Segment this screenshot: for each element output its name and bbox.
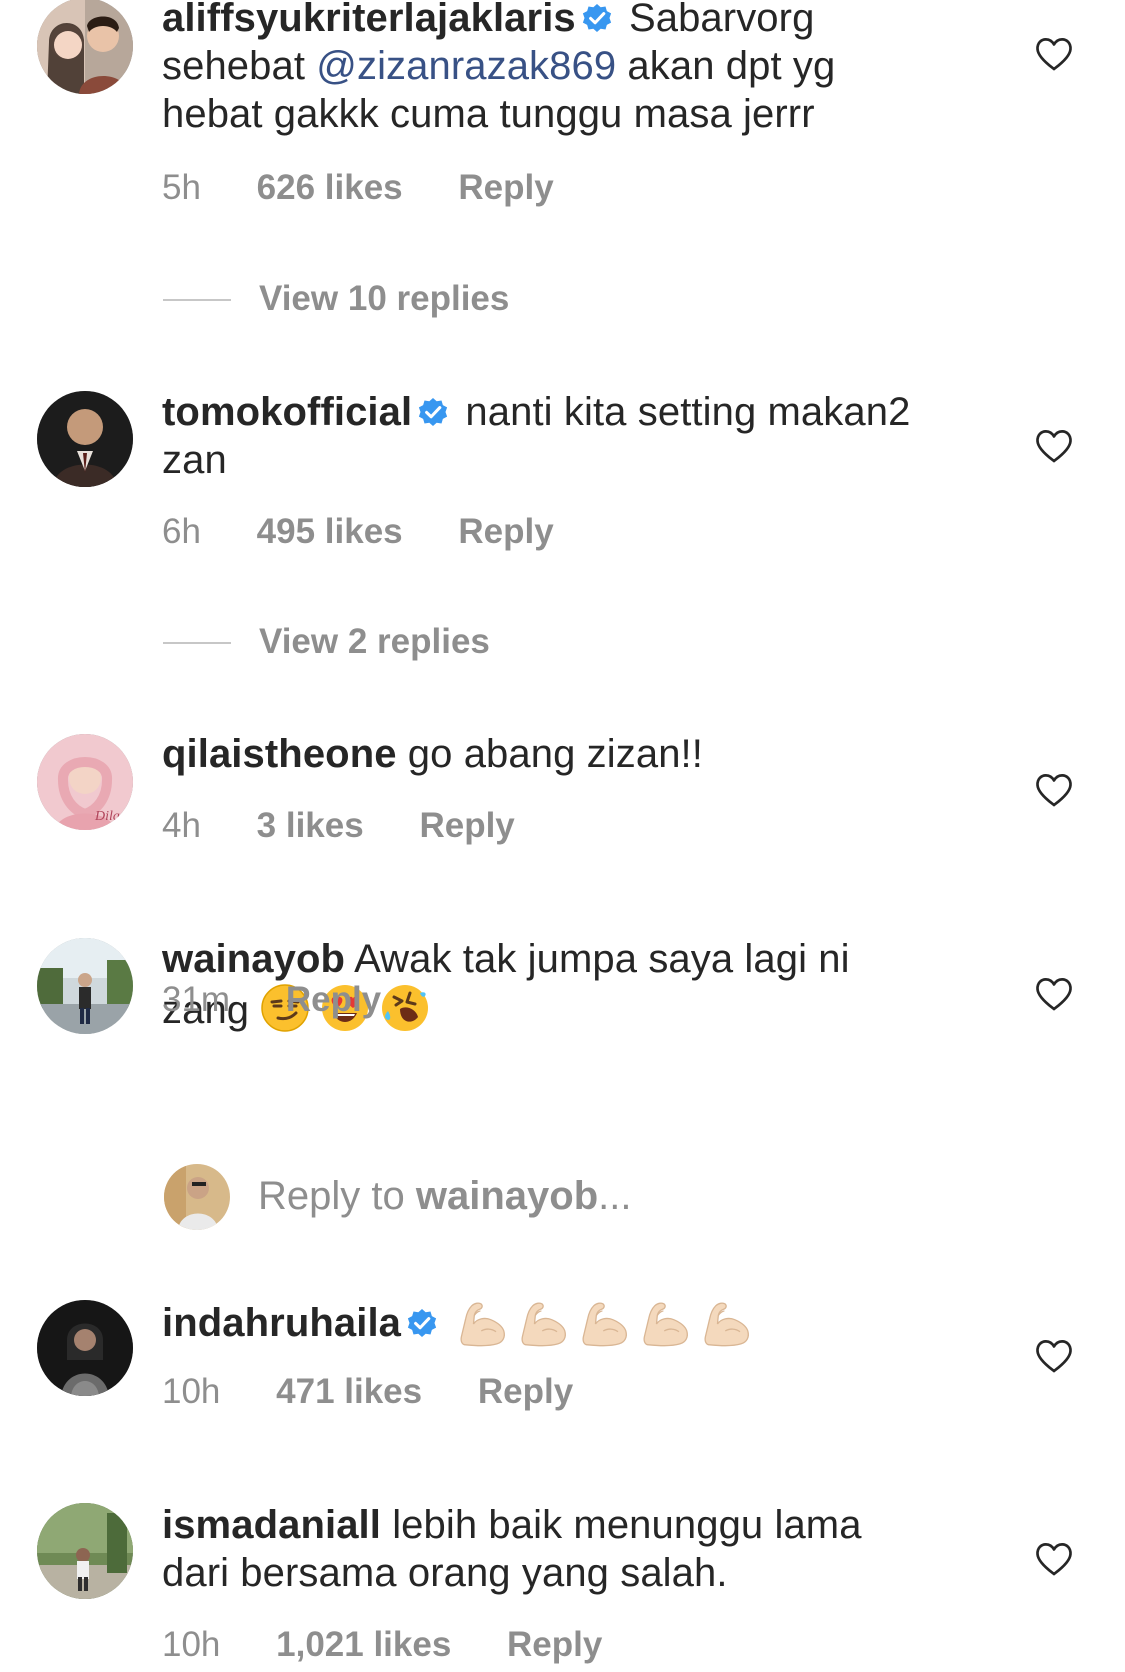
flexed-biceps-emoji <box>640 1298 692 1350</box>
reply-target-username: wainayob <box>415 1174 599 1218</box>
comment-body: go abang zizan!! <box>396 732 703 776</box>
current-user-avatar <box>164 1164 230 1230</box>
verified-badge-icon <box>580 1 614 35</box>
avatar[interactable] <box>37 1300 133 1396</box>
heart-outline-icon[interactable] <box>1035 976 1073 1012</box>
comment-meta: 10h 471 likes Reply <box>162 1372 573 1412</box>
comment-time: 10h <box>162 1372 221 1411</box>
avatar[interactable] <box>37 0 133 94</box>
reply-input[interactable]: Reply to wainayob... <box>258 1172 631 1220</box>
avatar[interactable] <box>37 391 133 487</box>
heart-outline-icon[interactable] <box>1035 1338 1073 1374</box>
reply-prompt-suffix: ... <box>598 1174 632 1218</box>
view-replies-label[interactable]: View 10 replies <box>259 279 509 319</box>
reply-button[interactable]: Reply <box>458 168 553 208</box>
reply-button[interactable]: Reply <box>507 1625 602 1665</box>
likes-count[interactable]: 626 likes <box>257 168 403 208</box>
verified-badge-icon <box>416 395 450 429</box>
flexed-biceps-emoji <box>579 1298 631 1350</box>
comment-meta: 10h 1,021 likes Reply <box>162 1625 602 1665</box>
rolling-laughing-face-emoji <box>380 983 430 1033</box>
likes-count[interactable]: 1,021 likes <box>276 1625 451 1665</box>
comment-time: 10h <box>162 1625 221 1664</box>
reply-button[interactable]: Reply <box>419 806 514 846</box>
divider-line <box>163 299 231 301</box>
comment-meta: 6h 495 likes Reply <box>162 512 554 552</box>
username[interactable]: ismadaniall <box>162 1503 381 1547</box>
flexed-biceps-emoji <box>518 1298 570 1350</box>
comment-text: qilaistheone go abang zizan!! <box>162 730 932 778</box>
username[interactable]: aliffsyukriterlajaklaris <box>162 0 576 40</box>
comment-meta: 4h 3 likes Reply <box>162 806 515 846</box>
avatar[interactable] <box>37 1503 133 1599</box>
divider-line <box>163 642 231 644</box>
flexed-biceps-emoji <box>457 1298 509 1350</box>
avatar[interactable] <box>37 938 133 1034</box>
username[interactable]: indahruhaila <box>162 1301 401 1345</box>
likes-count[interactable]: 471 likes <box>276 1372 422 1412</box>
svg-text:Dila: Dila <box>94 809 120 824</box>
comment-time: 31m <box>162 980 231 1019</box>
username[interactable]: qilaistheone <box>162 732 397 776</box>
comment-time: 6h <box>162 512 201 551</box>
reply-prompt-prefix: Reply to <box>258 1174 416 1218</box>
reply-button[interactable]: Reply <box>478 1372 573 1412</box>
comment-text: indahruhaila <box>162 1298 932 1350</box>
comment-meta: 31m Reply <box>162 980 381 1020</box>
likes-count[interactable]: 3 likes <box>257 806 364 846</box>
view-replies-label[interactable]: View 2 replies <box>259 622 490 662</box>
likes-count[interactable]: 495 likes <box>257 512 403 552</box>
username[interactable]: wainayob <box>162 937 345 981</box>
reply-button[interactable]: Reply <box>286 980 381 1020</box>
heart-outline-icon[interactable] <box>1035 1541 1073 1577</box>
comment-text: tomokofficial nanti kita setting makan2 … <box>162 388 932 484</box>
comment-time: 5h <box>162 168 201 207</box>
comment-meta: 5h 626 likes Reply <box>162 168 554 208</box>
comment-time: 4h <box>162 806 201 845</box>
comment-text: ismadaniall lebih baik menunggu lama dar… <box>162 1501 932 1597</box>
comment-text: aliffsyukriterlajaklaris Sabarvorg seheb… <box>162 0 932 138</box>
flexed-biceps-emoji <box>701 1298 753 1350</box>
username[interactable]: tomokofficial <box>162 390 412 434</box>
reply-button[interactable]: Reply <box>458 512 553 552</box>
heart-outline-icon[interactable] <box>1035 772 1073 808</box>
verified-badge-icon <box>405 1306 439 1340</box>
heart-outline-icon[interactable] <box>1035 36 1073 72</box>
mention-link[interactable]: @zizanrazak869 <box>316 44 616 88</box>
avatar[interactable]: Dila <box>37 734 133 830</box>
heart-outline-icon[interactable] <box>1035 428 1073 464</box>
